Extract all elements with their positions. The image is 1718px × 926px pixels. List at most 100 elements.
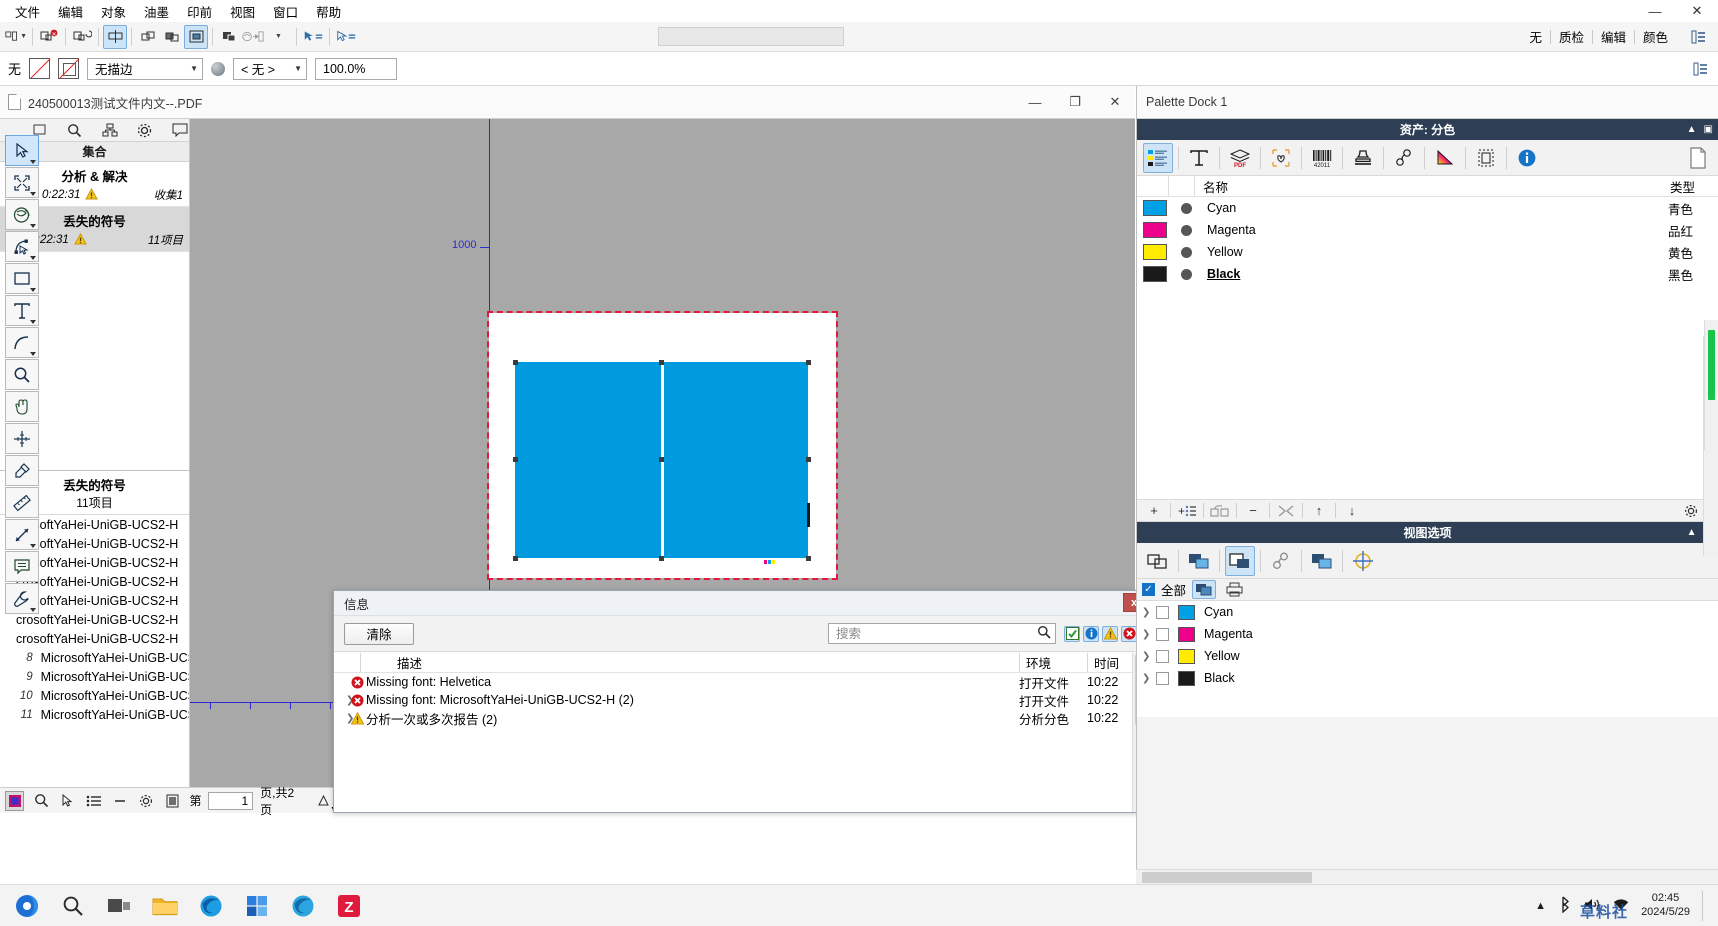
status-cursor-icon[interactable] xyxy=(58,791,77,811)
group-error-icon[interactable]: ✕ xyxy=(37,25,61,49)
tool-eyedropper[interactable] xyxy=(5,455,39,486)
clear-button[interactable]: 清除 xyxy=(344,622,414,645)
document-minimize-icon[interactable]: — xyxy=(1015,86,1055,118)
menu-window[interactable]: 窗口 xyxy=(264,0,307,23)
view-option-row-black[interactable]: ❯ Black xyxy=(1137,667,1718,689)
menu-object[interactable]: 对象 xyxy=(92,0,135,23)
selection-handle[interactable] xyxy=(513,457,518,462)
workspace-edit[interactable]: 编辑 xyxy=(1593,25,1634,48)
separation-row-black[interactable]: Black 黑色 xyxy=(1137,263,1718,285)
tool-measure[interactable] xyxy=(5,519,39,550)
menu-prepress[interactable]: 印前 xyxy=(178,0,221,23)
separation-row-yellow[interactable]: Yellow 黄色 xyxy=(1137,241,1718,263)
view-preview-icon[interactable] xyxy=(1184,546,1214,576)
select-group-icon[interactable]: ▼ xyxy=(4,25,28,49)
visibility-checkbox[interactable] xyxy=(1156,627,1169,641)
selection-handle[interactable] xyxy=(806,360,811,365)
page-number-input[interactable]: 1 xyxy=(208,791,254,810)
selection-handle[interactable] xyxy=(513,556,518,561)
view-option-row-cyan[interactable]: ❯ Cyan xyxy=(1137,601,1718,623)
no-stroke-swatch[interactable] xyxy=(58,58,80,79)
view-separations-icon[interactable] xyxy=(1225,545,1255,576)
tool-text[interactable] xyxy=(5,295,39,326)
taskbar-app-icon[interactable]: Z xyxy=(328,887,370,925)
status-search-icon[interactable] xyxy=(31,791,50,811)
tool-curve[interactable] xyxy=(5,327,39,358)
panel-menu-icon[interactable]: ▣ xyxy=(1704,124,1713,135)
expander[interactable]: ❯ xyxy=(334,713,354,724)
add-multiple-separations-icon[interactable]: + xyxy=(1174,501,1200,521)
status-settings-icon[interactable]: ▼ xyxy=(137,791,337,813)
taskbar-edge-dev-icon[interactable] xyxy=(282,887,324,925)
filter-info-icon[interactable] xyxy=(1083,625,1099,642)
assets-document-icon[interactable] xyxy=(1688,143,1718,173)
move-down-icon[interactable]: ↓ xyxy=(1339,501,1365,521)
selection-handle[interactable] xyxy=(659,360,664,365)
close-icon[interactable]: ✕ xyxy=(1676,0,1718,22)
search-icon[interactable] xyxy=(1037,625,1051,642)
tool-zoom[interactable] xyxy=(5,359,39,390)
taskbar-search-icon[interactable] xyxy=(52,887,94,925)
visibility-checkbox[interactable] xyxy=(1156,605,1169,619)
add-separation-icon[interactable]: + xyxy=(1141,501,1167,521)
align-center-icon[interactable] xyxy=(103,24,127,49)
view-option-row-magenta[interactable]: ❯ Magenta xyxy=(1137,623,1718,645)
clock[interactable]: 02:45 2024/5/29 xyxy=(1641,892,1690,920)
menu-view[interactable]: 视图 xyxy=(221,0,264,23)
list-item[interactable]: crosoftYaHei-UniGB-UCS2-H xyxy=(0,629,189,648)
opacity-input[interactable]: 100.0% xyxy=(315,57,398,80)
assets-barcode-icon[interactable]: 42011 xyxy=(1307,143,1337,173)
view-print-icon[interactable] xyxy=(1222,580,1246,599)
view-option-row-yellow[interactable]: ❯ Yellow xyxy=(1137,645,1718,667)
assets-smart-marks-icon[interactable] xyxy=(1389,143,1419,173)
trap-to-document-icon[interactable] xyxy=(241,25,265,49)
assets-color-profile-icon[interactable] xyxy=(1430,143,1460,173)
chevron-down-icon[interactable]: ▼ xyxy=(275,33,282,40)
print-indicator[interactable] xyxy=(1173,202,1199,214)
selection-handle[interactable] xyxy=(806,457,811,462)
layers-filled-icon[interactable] xyxy=(217,25,241,49)
window-scrollbar-vertical[interactable] xyxy=(1704,320,1718,450)
status-minus-icon[interactable] xyxy=(110,791,129,811)
no-fill-swatch[interactable] xyxy=(29,58,51,79)
tool-annotation[interactable] xyxy=(5,551,39,582)
menu-file[interactable]: 文件 xyxy=(6,0,49,23)
tool-ruler[interactable] xyxy=(5,487,39,518)
print-indicator[interactable] xyxy=(1173,246,1199,258)
expander[interactable]: ❯ xyxy=(1142,651,1156,662)
stroke-style-select[interactable]: 无描边 ▼ xyxy=(87,57,204,80)
tab-annotations-icon[interactable] xyxy=(170,121,189,140)
properties-menu-icon[interactable] xyxy=(1688,57,1712,81)
tab-structure-icon[interactable] xyxy=(100,121,119,140)
tool-rectangle[interactable] xyxy=(5,263,39,294)
tray-expand-icon[interactable]: ▲ xyxy=(1535,900,1546,912)
frame-fit-icon[interactable] xyxy=(184,24,208,49)
view-registration-icon[interactable] xyxy=(1348,546,1378,576)
taskbar-explorer-icon[interactable] xyxy=(144,887,186,925)
select-same-stroke-icon[interactable] xyxy=(334,25,358,49)
minimize-icon[interactable]: — xyxy=(1634,0,1676,22)
toolbar-address-field[interactable] xyxy=(657,27,844,46)
filter-success-icon[interactable] xyxy=(1064,625,1080,642)
taskbar-start-icon[interactable] xyxy=(6,887,48,925)
print-indicator[interactable] xyxy=(1173,268,1199,280)
tool-wrench[interactable] xyxy=(5,583,39,614)
tool-pan-hand[interactable] xyxy=(5,391,39,422)
screen-select[interactable]: < 无 > ▼ xyxy=(233,57,308,80)
remove-separation-icon[interactable]: − xyxy=(1240,501,1266,521)
dock-scrollbar-horizontal[interactable] xyxy=(1136,869,1718,884)
menu-edit[interactable]: 编辑 xyxy=(49,0,92,23)
info-dialog[interactable]: 信息 x 清除 搜索 描述 环境 时间 Missing font: Helvet… xyxy=(333,590,1148,813)
view-objects-icon[interactable] xyxy=(1266,546,1296,576)
assets-page-boxes-icon[interactable] xyxy=(1471,143,1501,173)
table-row[interactable]: ❯ Missing font: MicrosoftYaHei-UniGB-UCS… xyxy=(334,691,1147,709)
show-desktop-button[interactable] xyxy=(1702,890,1708,921)
print-indicator[interactable] xyxy=(1173,224,1199,236)
list-item[interactable]: 8 MicrosoftYaHei-UniGB-UCS2-H xyxy=(0,648,189,667)
chevron-down-icon[interactable]: ▼ xyxy=(20,33,27,40)
tool-select[interactable] xyxy=(5,135,39,166)
view-mode-icon[interactable] xyxy=(5,790,25,811)
select-same-fill-icon[interactable] xyxy=(301,25,325,49)
view-normal-icon[interactable] xyxy=(1143,546,1173,576)
expander[interactable]: ❯ xyxy=(334,695,354,706)
